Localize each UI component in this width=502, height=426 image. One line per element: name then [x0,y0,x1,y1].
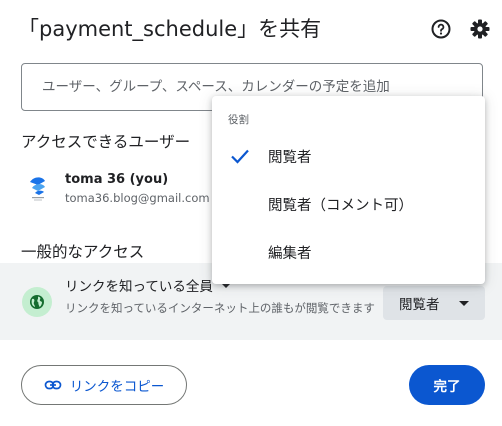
access-section-title: アクセスできるユーザー [21,133,191,151]
role-option-viewer[interactable]: 閲覧者 [212,136,485,176]
dialog-title: 「payment_schedule」を共有 [18,17,322,41]
link-access-description: リンクを知っているインターネット上の誰もが閲覧できます [65,301,375,315]
link-access-dropdown[interactable]: リンクを知っている全員 [65,275,231,295]
done-button[interactable]: 完了 [409,365,485,405]
user-email: toma36.blog@gmail.com [65,191,210,205]
role-menu-heading: 役割 [228,114,249,126]
general-role-select[interactable]: 閲覧者 [383,286,485,320]
link-access-label: リンクを知っている全員 [65,279,213,295]
gear-icon[interactable] [469,18,491,40]
role-option-label: 編集者 [268,246,312,262]
role-menu: 役割 閲覧者 閲覧者（コメント可） 編集者 [212,96,485,284]
dropdown-arrow-icon [459,300,469,306]
role-option-label: 閲覧者 [268,150,312,166]
help-icon[interactable] [430,18,452,40]
copy-link-label: リンクをコピー [69,379,165,395]
general-role-label: 閲覧者 [399,297,440,313]
globe-icon [22,287,52,317]
link-icon [44,380,62,390]
general-access-title: 一般的なアクセス [21,243,145,261]
role-option-editor[interactable]: 編集者 [212,232,485,272]
role-option-commenter[interactable]: 閲覧者（コメント可） [212,184,485,224]
role-option-label: 閲覧者（コメント可） [268,198,413,214]
copy-link-button[interactable]: リンクをコピー [21,365,187,405]
check-icon [231,149,249,164]
avatar [23,173,53,203]
user-name: toma 36 (you) [65,172,169,187]
